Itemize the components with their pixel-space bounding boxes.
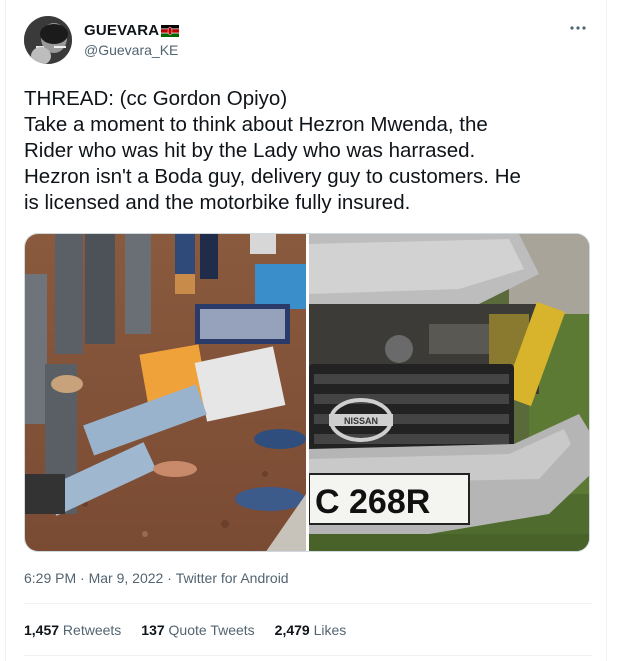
likes-label: Likes (309, 622, 347, 638)
display-name[interactable]: GUEVARA (84, 22, 159, 39)
tweet-source[interactable]: Twitter for Android (176, 570, 289, 586)
license-plate-text: C 268R (315, 483, 430, 521)
divider (24, 603, 592, 604)
retweets-label: Retweets (59, 622, 122, 638)
quote-tweets-label: Quote Tweets (164, 622, 255, 638)
card-border-left (5, 0, 6, 661)
media-photo-damaged-car[interactable]: NISSAN C 268R (308, 234, 589, 551)
car-badge-text: NISSAN (344, 416, 378, 426)
user-handle[interactable]: @Guevara_KE (84, 42, 179, 58)
likes-count: 2,479 (274, 622, 310, 638)
retweets-stat[interactable]: 1,457 Retweets (24, 622, 121, 638)
user-names: GUEVARA @Guevara_KE (84, 20, 180, 58)
likes-stat[interactable]: 2,479 Likes (275, 622, 347, 638)
tweet-date[interactable]: Mar 9, 2022 (89, 570, 164, 586)
media-photo-accident-scene[interactable] (25, 234, 306, 551)
tweet-media: NISSAN C 268R (24, 233, 590, 552)
quote-tweets-count: 137 (141, 622, 165, 638)
tweet-line: Rider who was hit by the Lady who was ha… (24, 139, 476, 162)
tweet-meta: 6:29 PM · Mar 9, 2022 · Twitter for Andr… (24, 570, 289, 586)
tweet-card: GUEVARA @Guevara_KE THREAD: (cc Gordon O… (0, 0, 619, 661)
more-icon[interactable] (566, 18, 590, 38)
meta-separator: · (76, 570, 89, 586)
card-border-right (606, 0, 607, 661)
tweet-line: THREAD: (cc Gordon Opiyo) (24, 87, 288, 110)
tweet-stats: 1,457 Retweets 137 Quote Tweets 2,479 Li… (24, 622, 366, 638)
retweets-count: 1,457 (24, 622, 60, 638)
tweet-line: Take a moment to think about Hezron Mwen… (24, 113, 488, 136)
tweet-line: Hezron isn't a Boda guy, delivery guy to… (24, 165, 521, 188)
kenya-flag-icon (161, 24, 180, 37)
tweet-line: is licensed and the motorbike fully insu… (24, 191, 411, 214)
tweet-text: THREAD: (cc Gordon Opiyo) Take a moment … (24, 86, 592, 216)
divider (24, 655, 592, 656)
avatar[interactable] (24, 16, 72, 64)
tweet-header: GUEVARA @Guevara_KE (24, 16, 594, 66)
meta-separator: · (163, 570, 176, 586)
tweet-time[interactable]: 6:29 PM (24, 570, 76, 586)
quote-tweets-stat[interactable]: 137 Quote Tweets (141, 622, 254, 638)
